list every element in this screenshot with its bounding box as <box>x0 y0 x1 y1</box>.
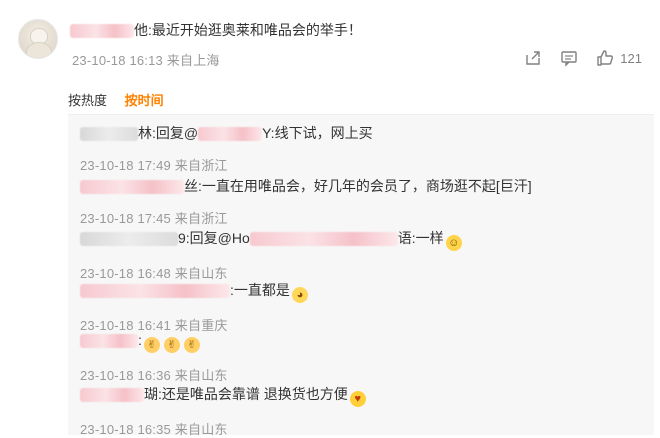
blurred-mention[interactable] <box>249 232 398 247</box>
reply-line: 丝:一直在用唯品会，好几年的会员了，商场逛不起[巨汗] <box>80 176 532 196</box>
reply-list: 林:回复@ Y:线下试，网上买 23-10-18 17:49 来自浙江 丝:一直在… <box>68 114 654 438</box>
like-button[interactable]: 121 <box>596 49 642 67</box>
blurred-username[interactable] <box>80 334 138 349</box>
reply-meta: 23-10-18 17:45 来自浙江 <box>80 211 228 226</box>
share-icon <box>526 51 540 65</box>
reply-username-tail[interactable]: 林 <box>138 125 152 141</box>
reply-text-continued: 语:一样 <box>397 230 444 246</box>
hug-emoji-icon: ☺ <box>445 235 462 251</box>
reply-meta: 23-10-18 16:36 来自山东 <box>80 368 228 383</box>
reply-line: 9:回复@Ho 语:一样 ☺ <box>80 228 462 251</box>
victory-hand-emoji-icon: ✌ <box>163 337 180 353</box>
blurred-username[interactable] <box>80 232 178 247</box>
blurred-mention[interactable] <box>198 127 263 142</box>
duck-emoji-icon: ♥ <box>349 391 366 407</box>
reply-text-continued: Y:线下试，网上买 <box>262 125 373 141</box>
victory-hand-emoji-icon: ✌ <box>143 337 160 353</box>
reply-sort-tabs: 按热度 按时间 <box>68 90 178 109</box>
reply-text: :回复@ <box>152 125 199 141</box>
blurred-username[interactable] <box>80 127 138 142</box>
reply-line: 林:回复@ Y:线下试，网上买 <box>80 123 373 143</box>
reply-line: :一直都是 ◕ <box>80 280 308 303</box>
reply-item: 丝:一直在用唯品会，好几年的会员了，商场逛不起[巨汗] 23-10-18 17:… <box>80 176 532 227</box>
comment-icon <box>561 51 577 67</box>
reply-item: 林:回复@ Y:线下试，网上买 23-10-18 17:49 来自浙江 <box>80 123 373 174</box>
reply-meta: 23-10-18 16:35 来自山东 <box>80 422 228 437</box>
blurred-username[interactable] <box>80 180 184 195</box>
reply-line: 瑚:还是唯品会靠谱 退换货也方便 ♥ <box>80 384 366 407</box>
comment-username-tail[interactable]: 他 <box>134 22 148 38</box>
reply-text: :回复@Ho <box>185 230 250 246</box>
commenter-avatar[interactable] <box>18 19 58 59</box>
reply-meta: 23-10-18 17:49 来自浙江 <box>80 158 228 173</box>
reply-item: : ✌ ✌ ✌ 23-10-18 16:36 来自山东 <box>80 332 228 384</box>
comment-meta: 23-10-18 16:13 来自上海 <box>72 53 220 68</box>
blurred-username[interactable] <box>80 284 230 299</box>
blurred-username[interactable] <box>80 388 144 403</box>
reply-username-tail[interactable]: 9 <box>178 230 186 246</box>
comment-line: 他:最近开始逛奥莱和唯品会的举手！ <box>70 20 362 40</box>
blurred-username[interactable] <box>70 24 134 39</box>
reply-username-tail[interactable]: 瑚 <box>144 386 158 402</box>
reply-item: 瑚:还是唯品会靠谱 退换货也方便 ♥ 23-10-18 16:35 来自山东 <box>80 384 366 438</box>
comment-text: :最近开始逛奥莱和唯品会的举手！ <box>148 22 362 38</box>
reply-text: : <box>138 332 142 348</box>
reply-item: :一直都是 ◕ 23-10-18 16:41 来自重庆 <box>80 280 308 334</box>
share-button[interactable] <box>524 49 542 67</box>
reply-username-tail[interactable]: 丝 <box>184 178 198 194</box>
sort-by-time-tab[interactable]: 按时间 <box>125 93 164 108</box>
sort-by-hot-tab[interactable]: 按热度 <box>68 93 107 108</box>
like-count: 121 <box>620 50 642 66</box>
reply-text: :还是唯品会靠谱 退换货也方便 <box>158 386 348 402</box>
reply-text: :一直在用唯品会，好几年的会员了，商场逛不起[巨汗] <box>198 178 532 194</box>
cat-emoji-icon: ◕ <box>291 287 308 303</box>
comment-actions: 121 <box>524 49 642 67</box>
victory-hand-emoji-icon: ✌ <box>183 337 200 353</box>
comment-button[interactable] <box>560 49 578 67</box>
reply-text: :一直都是 <box>230 282 290 298</box>
reply-line: : ✌ ✌ ✌ <box>80 332 228 353</box>
thumbs-up-icon <box>597 50 614 66</box>
reply-item: 9:回复@Ho 语:一样 ☺ 23-10-18 16:48 来自山东 <box>80 228 462 282</box>
